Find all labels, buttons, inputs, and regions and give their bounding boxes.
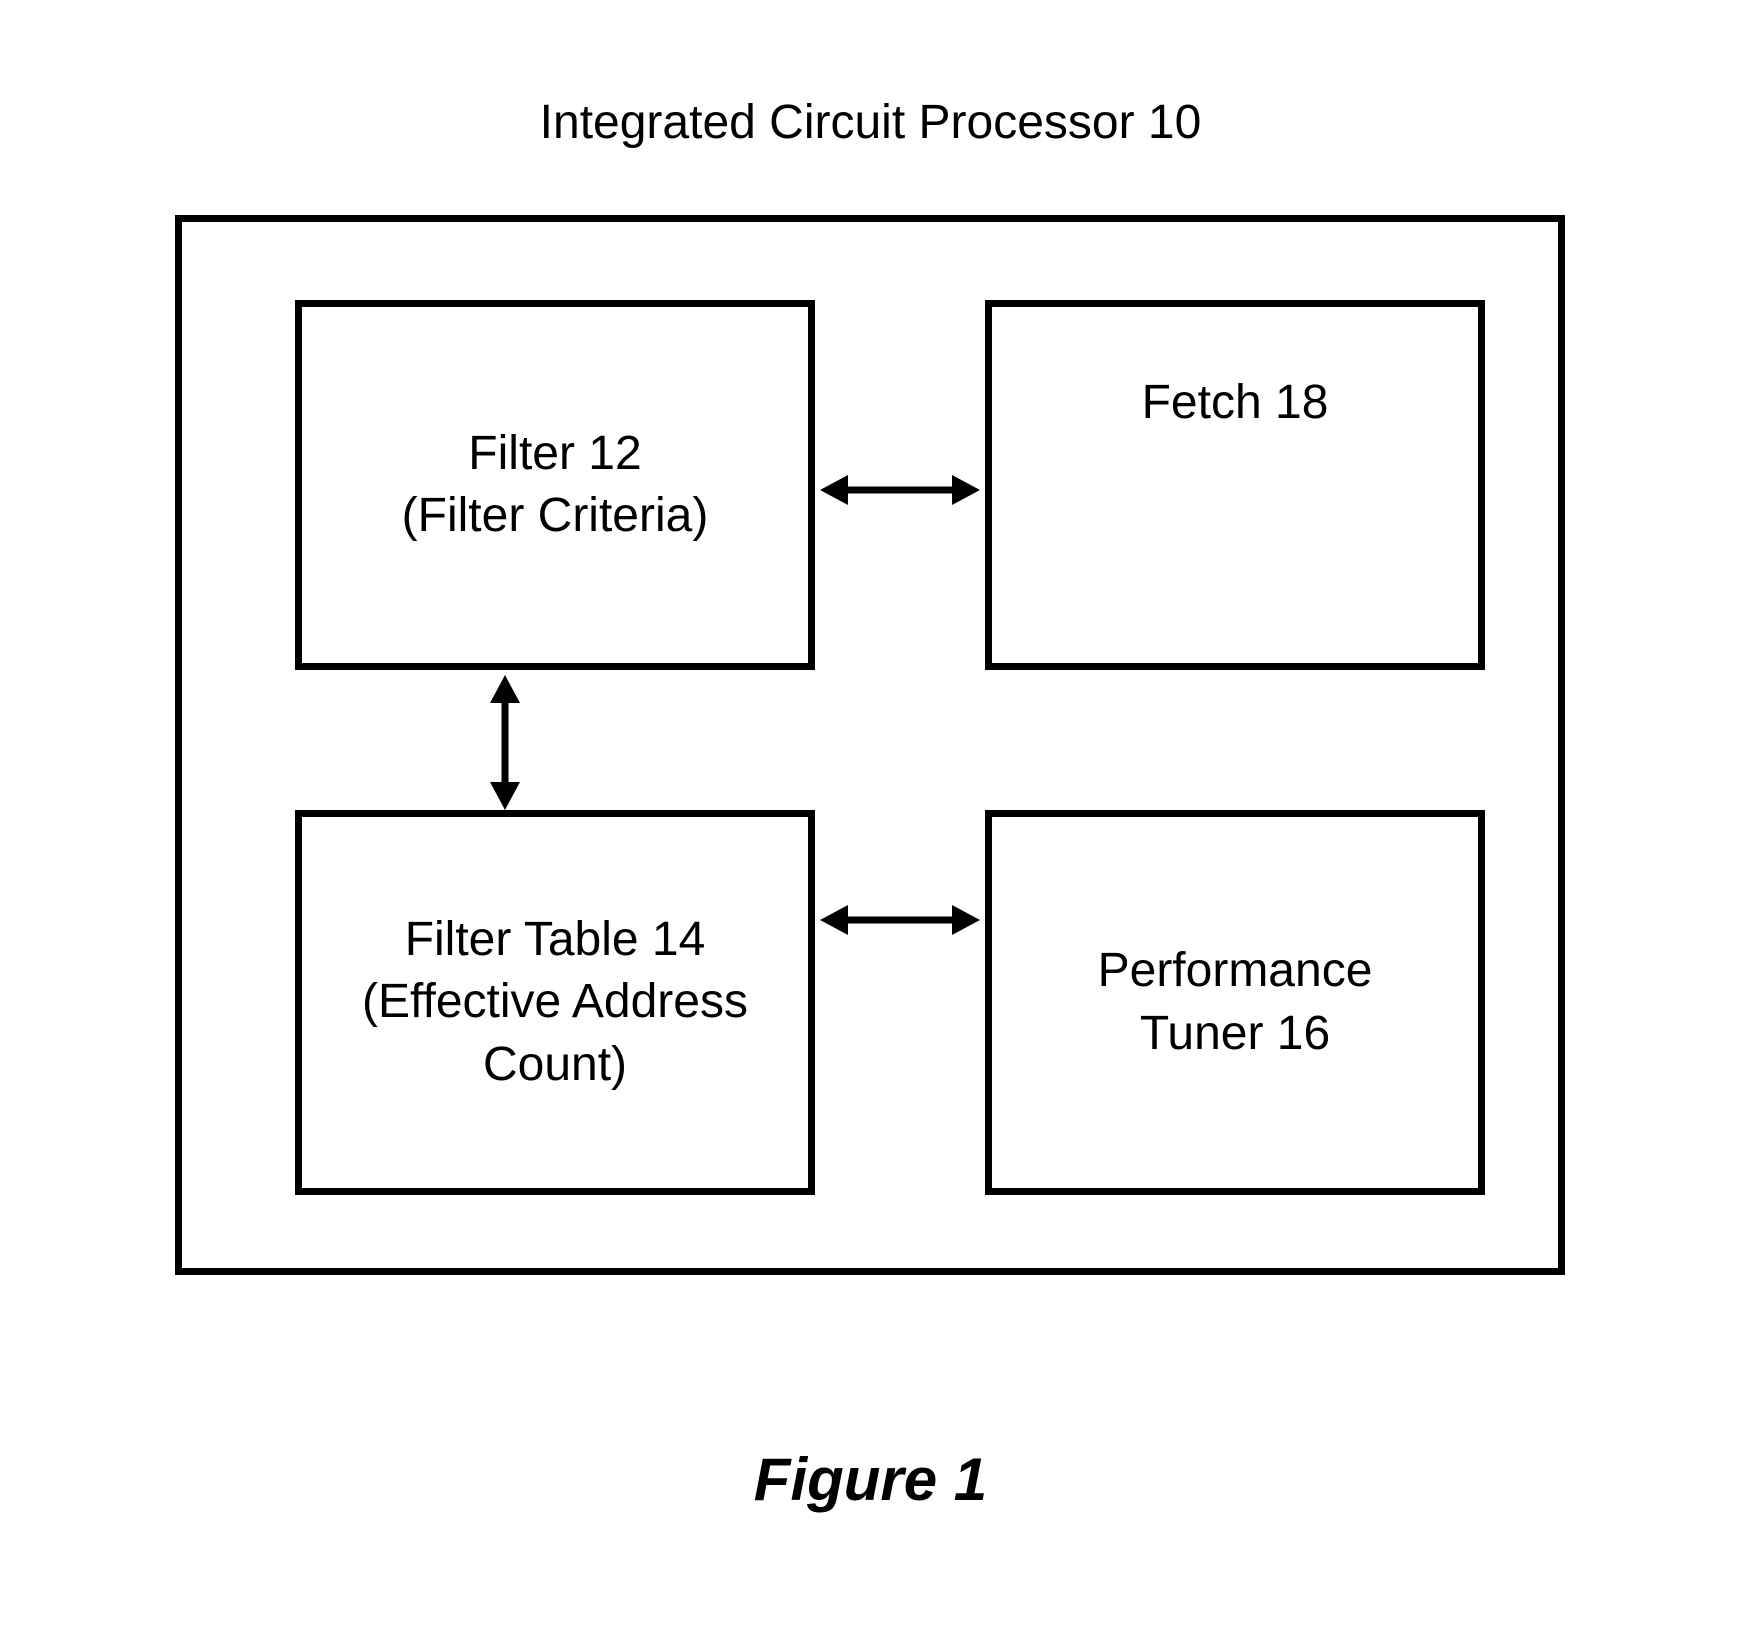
filter-table-label-line3: Count) bbox=[483, 1034, 627, 1096]
arrow-filter-table-performance bbox=[820, 895, 980, 945]
filter-table-label-line2: (Effective Address bbox=[362, 971, 748, 1033]
figure-label: Figure 1 bbox=[0, 1445, 1741, 1514]
fetch-label-line1: Fetch 18 bbox=[1142, 372, 1329, 434]
filter-label-line2: (Filter Criteria) bbox=[402, 485, 709, 547]
performance-tuner-block: Performance Tuner 16 bbox=[985, 810, 1485, 1195]
performance-label-line1: Performance bbox=[1098, 940, 1373, 1002]
performance-label-line2: Tuner 16 bbox=[1140, 1003, 1330, 1065]
fetch-block: Fetch 18 bbox=[985, 300, 1485, 670]
arrow-filter-fetch bbox=[820, 465, 980, 515]
filter-label-line1: Filter 12 bbox=[468, 423, 641, 485]
diagram-title: Integrated Circuit Processor 10 bbox=[0, 95, 1741, 150]
filter-table-label-line1: Filter Table 14 bbox=[405, 909, 706, 971]
filter-table-block: Filter Table 14 (Effective Address Count… bbox=[295, 810, 815, 1195]
filter-block: Filter 12 (Filter Criteria) bbox=[295, 300, 815, 670]
arrow-filter-filter-table bbox=[480, 675, 530, 810]
diagram-canvas: Integrated Circuit Processor 10 Filter 1… bbox=[0, 0, 1741, 1642]
